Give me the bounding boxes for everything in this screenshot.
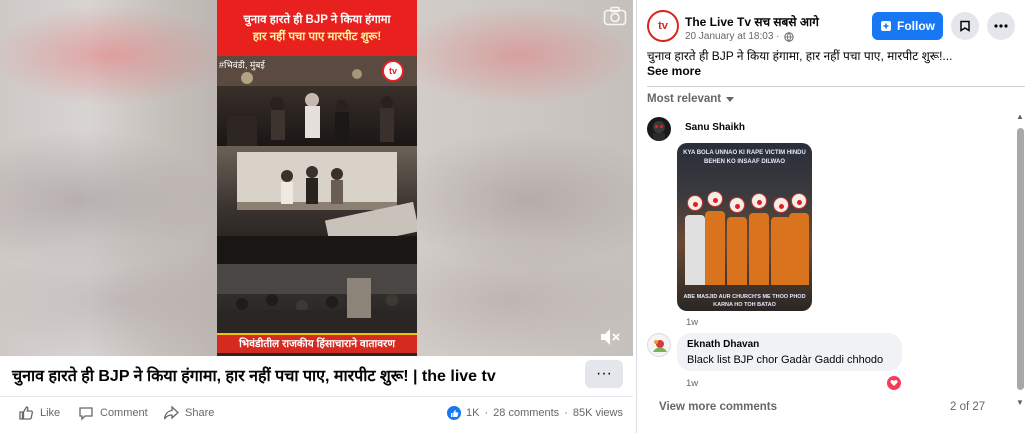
clown-face-icon <box>751 193 767 209</box>
comment-image[interactable]: KYA BOLA UNNAO KI RAPE VICTIM HINDU BEHE… <box>677 143 812 311</box>
view-more-comments-link[interactable]: View more comments <box>659 401 777 413</box>
separator-dot: · <box>484 407 489 419</box>
clown-face-icon <box>729 197 745 213</box>
clown-face-icon <box>707 191 723 207</box>
like-button[interactable]: Like <box>18 405 60 421</box>
location-tag: #भिवंडी, मुंबई <box>219 60 265 70</box>
comment-time[interactable]: 1w <box>686 378 698 389</box>
like-reaction-icon <box>447 406 462 420</box>
follow-button[interactable]: Follow <box>872 12 943 40</box>
post-date[interactable]: 20 January at 18:03 · <box>685 31 794 42</box>
comment-text: Black list BJP chor Gadàr Gaddi chhodo <box>687 354 884 366</box>
clown-face-icon <box>791 193 807 209</box>
comment-image-bottom-text: ABE MASJID AUR CHURCH'S ME THOO PHOD KAR… <box>683 294 806 308</box>
video-title: चुनाव हारते ही BJP ने किया हंगामा, हार न… <box>12 368 496 385</box>
channel-logo: tv <box>382 60 404 82</box>
page-avatar-text: tv <box>658 20 668 32</box>
post-date-text: 20 January at 18:03 · <box>685 31 780 42</box>
more-options-button[interactable]: ··· <box>585 360 623 388</box>
share-button[interactable]: Share <box>163 405 214 421</box>
sort-comments-dropdown[interactable]: Most relevant <box>647 93 735 105</box>
figure <box>685 215 705 285</box>
see-more-link[interactable]: See more <box>647 64 701 78</box>
comment-time[interactable]: 1w <box>686 317 698 328</box>
reaction-count[interactable]: 1K <box>466 407 479 419</box>
video-scene-shop-front <box>217 146 417 264</box>
figure <box>727 217 747 285</box>
like-label: Like <box>40 407 61 419</box>
video-bottom-caption: भिवंडीतील राजकीय हिंसाचाराने वातावरण <box>217 333 417 353</box>
commenter-avatar[interactable] <box>647 333 671 357</box>
video-panel: चुनाव हारते ही BJP ने किया हंगामा हार नह… <box>0 0 636 433</box>
commenter-avatar[interactable] <box>647 117 671 141</box>
page-avatar[interactable]: tv <box>647 10 679 42</box>
banner-line-1: चुनाव हारते ही BJP ने किया हंगामा <box>243 14 391 26</box>
scroll-down-arrow-icon[interactable]: ▼ <box>1015 398 1025 408</box>
share-icon <box>163 405 179 420</box>
thumbs-up-icon <box>19 406 33 420</box>
share-label: Share <box>185 407 215 419</box>
blurred-backdrop-right <box>417 0 633 356</box>
globe-icon <box>783 31 794 42</box>
sort-label: Most relevant <box>647 93 722 105</box>
commenter-name[interactable]: Sanu Shaikh <box>685 122 745 133</box>
scroll-up-arrow-icon[interactable]: ▲ <box>1015 112 1025 122</box>
view-count: 85K views <box>572 407 623 419</box>
clown-face-icon <box>687 195 703 211</box>
facebook-video-viewer: चुनाव हारते ही BJP ने किया हंगामा हार नह… <box>0 0 1035 433</box>
more-options-label: ··· <box>596 365 612 382</box>
camera-icon[interactable] <box>603 6 627 26</box>
comment-button[interactable]: Comment <box>78 405 148 421</box>
comment-bubble: Eknath Dhavan Black list BJP chor Gadàr … <box>677 333 902 371</box>
post-stats: 1K · 28 comments · 85K views <box>447 406 623 420</box>
figure <box>749 213 769 285</box>
post-menu-button[interactable] <box>987 12 1015 40</box>
blurred-backdrop-left <box>0 0 217 356</box>
comment-icon <box>79 407 93 421</box>
divider <box>647 86 1025 87</box>
comment-count[interactable]: 28 comments <box>493 407 559 419</box>
bookmark-icon <box>960 20 970 32</box>
video-scene-street-crowd: #भिवंडी, मुंबई tv <box>217 56 417 146</box>
page-name[interactable]: The Live Tv सच सबसे आगे <box>685 13 819 30</box>
video-frame[interactable]: चुनाव हारते ही BJP ने किया हंगामा हार नह… <box>217 0 417 356</box>
video-headline-banner: चुनाव हारते ही BJP ने किया हंगामा हार नह… <box>217 0 417 56</box>
separator-dot: · <box>564 407 568 419</box>
post-panel: tv The Live Tv सच सबसे आगे 20 January at… <box>636 0 1035 433</box>
comment-image-top-text: KYA BOLA UNNAO KI RAPE VICTIM HINDU BEHE… <box>683 150 806 165</box>
save-button[interactable] <box>951 12 979 40</box>
video-title-row: चुनाव हारते ही BJP ने किया हंगामा, हार न… <box>0 356 633 392</box>
follow-label: Follow <box>897 19 935 33</box>
caret-down-icon <box>726 96 735 102</box>
post-text: चुनाव हारते ही BJP ने किया हंगामा, हार न… <box>647 49 953 63</box>
figure <box>705 211 725 285</box>
figure <box>771 217 791 285</box>
heart-reaction-icon[interactable] <box>887 376 901 390</box>
commenter-name[interactable]: Eknath Dhavan <box>687 339 759 350</box>
scrollbar-thumb[interactable] <box>1017 128 1024 390</box>
comment-page-count: 2 of 27 <box>950 401 986 413</box>
follow-icon <box>881 21 891 31</box>
comments-scrollbar[interactable]: ▲ ▼ <box>1015 112 1025 412</box>
action-bar: Like Comment Share 1K · 28 comments · 85… <box>0 396 633 428</box>
figure <box>789 213 809 285</box>
speaker-muted-icon[interactable] <box>598 326 622 348</box>
clown-face-icon <box>773 197 789 213</box>
banner-line-2: हार नहीं पचा पाए मारपीट शुरू! <box>252 31 382 43</box>
ellipsis-icon <box>994 24 1008 28</box>
comment-label: Comment <box>100 407 148 419</box>
video-player[interactable]: चुनाव हारते ही BJP ने किया हंगामा हार नह… <box>0 0 633 356</box>
